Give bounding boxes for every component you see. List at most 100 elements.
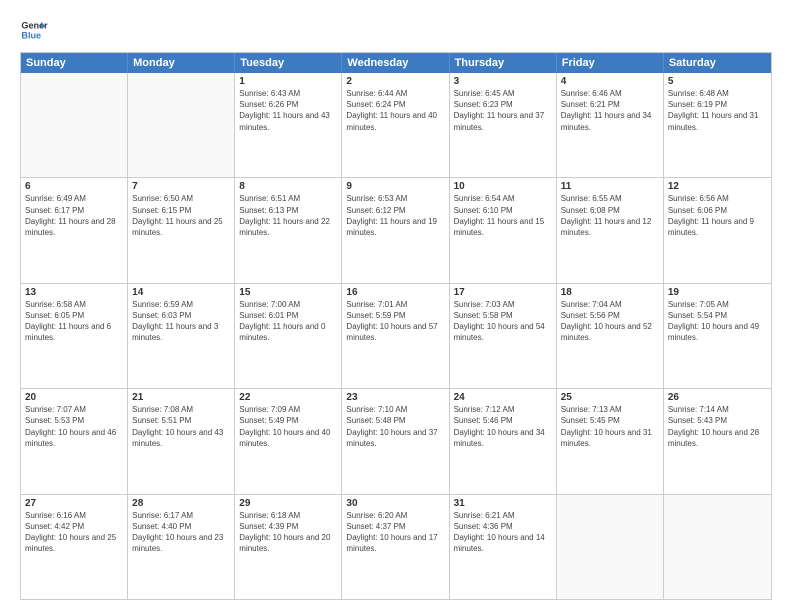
cell-info: Sunrise: 6:59 AMSunset: 6:03 PMDaylight:… [132, 299, 230, 344]
calendar-cell: 16Sunrise: 7:01 AMSunset: 5:59 PMDayligh… [342, 284, 449, 388]
calendar-cell [664, 495, 771, 599]
calendar-cell: 9Sunrise: 6:53 AMSunset: 6:12 PMDaylight… [342, 178, 449, 282]
weekday-header: Sunday [21, 53, 128, 73]
cell-day-number: 31 [454, 498, 552, 509]
cell-info: Sunrise: 6:44 AMSunset: 6:24 PMDaylight:… [346, 88, 444, 133]
cell-day-number: 24 [454, 392, 552, 403]
calendar-row: 1Sunrise: 6:43 AMSunset: 6:26 PMDaylight… [21, 73, 771, 178]
calendar-cell: 13Sunrise: 6:58 AMSunset: 6:05 PMDayligh… [21, 284, 128, 388]
cell-day-number: 13 [25, 287, 123, 298]
calendar-row: 6Sunrise: 6:49 AMSunset: 6:17 PMDaylight… [21, 178, 771, 283]
calendar-cell: 20Sunrise: 7:07 AMSunset: 5:53 PMDayligh… [21, 389, 128, 493]
cell-info: Sunrise: 6:46 AMSunset: 6:21 PMDaylight:… [561, 88, 659, 133]
calendar-cell [21, 73, 128, 177]
cell-info: Sunrise: 6:45 AMSunset: 6:23 PMDaylight:… [454, 88, 552, 133]
calendar-cell: 29Sunrise: 6:18 AMSunset: 4:39 PMDayligh… [235, 495, 342, 599]
calendar-cell: 22Sunrise: 7:09 AMSunset: 5:49 PMDayligh… [235, 389, 342, 493]
cell-day-number: 11 [561, 181, 659, 192]
cell-info: Sunrise: 7:04 AMSunset: 5:56 PMDaylight:… [561, 299, 659, 344]
cell-info: Sunrise: 6:55 AMSunset: 6:08 PMDaylight:… [561, 193, 659, 238]
weekday-header: Wednesday [342, 53, 449, 73]
cell-day-number: 12 [668, 181, 767, 192]
weekday-header: Monday [128, 53, 235, 73]
calendar-cell: 1Sunrise: 6:43 AMSunset: 6:26 PMDaylight… [235, 73, 342, 177]
cell-day-number: 2 [346, 76, 444, 87]
cell-day-number: 22 [239, 392, 337, 403]
cell-info: Sunrise: 6:51 AMSunset: 6:13 PMDaylight:… [239, 193, 337, 238]
cell-info: Sunrise: 7:08 AMSunset: 5:51 PMDaylight:… [132, 404, 230, 449]
cell-day-number: 16 [346, 287, 444, 298]
cell-info: Sunrise: 6:20 AMSunset: 4:37 PMDaylight:… [346, 510, 444, 555]
cell-day-number: 7 [132, 181, 230, 192]
calendar-cell: 8Sunrise: 6:51 AMSunset: 6:13 PMDaylight… [235, 178, 342, 282]
cell-info: Sunrise: 6:54 AMSunset: 6:10 PMDaylight:… [454, 193, 552, 238]
cell-day-number: 29 [239, 498, 337, 509]
calendar-header: SundayMondayTuesdayWednesdayThursdayFrid… [21, 53, 771, 73]
calendar-cell: 7Sunrise: 6:50 AMSunset: 6:15 PMDaylight… [128, 178, 235, 282]
cell-day-number: 6 [25, 181, 123, 192]
cell-info: Sunrise: 6:21 AMSunset: 4:36 PMDaylight:… [454, 510, 552, 555]
calendar-cell: 12Sunrise: 6:56 AMSunset: 6:06 PMDayligh… [664, 178, 771, 282]
calendar-cell: 30Sunrise: 6:20 AMSunset: 4:37 PMDayligh… [342, 495, 449, 599]
weekday-header: Friday [557, 53, 664, 73]
cell-day-number: 1 [239, 76, 337, 87]
cell-info: Sunrise: 6:17 AMSunset: 4:40 PMDaylight:… [132, 510, 230, 555]
logo: General Blue [20, 16, 48, 44]
calendar-cell [557, 495, 664, 599]
calendar-cell: 4Sunrise: 6:46 AMSunset: 6:21 PMDaylight… [557, 73, 664, 177]
cell-info: Sunrise: 7:00 AMSunset: 6:01 PMDaylight:… [239, 299, 337, 344]
calendar-cell: 6Sunrise: 6:49 AMSunset: 6:17 PMDaylight… [21, 178, 128, 282]
cell-day-number: 15 [239, 287, 337, 298]
logo-icon: General Blue [20, 16, 48, 44]
calendar-row: 20Sunrise: 7:07 AMSunset: 5:53 PMDayligh… [21, 389, 771, 494]
cell-info: Sunrise: 7:03 AMSunset: 5:58 PMDaylight:… [454, 299, 552, 344]
cell-info: Sunrise: 6:43 AMSunset: 6:26 PMDaylight:… [239, 88, 337, 133]
cell-day-number: 5 [668, 76, 767, 87]
calendar-cell: 17Sunrise: 7:03 AMSunset: 5:58 PMDayligh… [450, 284, 557, 388]
cell-day-number: 30 [346, 498, 444, 509]
cell-info: Sunrise: 7:01 AMSunset: 5:59 PMDaylight:… [346, 299, 444, 344]
calendar-cell: 11Sunrise: 6:55 AMSunset: 6:08 PMDayligh… [557, 178, 664, 282]
calendar-cell: 28Sunrise: 6:17 AMSunset: 4:40 PMDayligh… [128, 495, 235, 599]
cell-info: Sunrise: 7:09 AMSunset: 5:49 PMDaylight:… [239, 404, 337, 449]
cell-info: Sunrise: 7:10 AMSunset: 5:48 PMDaylight:… [346, 404, 444, 449]
cell-day-number: 27 [25, 498, 123, 509]
calendar-cell: 3Sunrise: 6:45 AMSunset: 6:23 PMDaylight… [450, 73, 557, 177]
weekday-header: Saturday [664, 53, 771, 73]
cell-info: Sunrise: 6:50 AMSunset: 6:15 PMDaylight:… [132, 193, 230, 238]
calendar-cell: 21Sunrise: 7:08 AMSunset: 5:51 PMDayligh… [128, 389, 235, 493]
calendar-cell: 23Sunrise: 7:10 AMSunset: 5:48 PMDayligh… [342, 389, 449, 493]
cell-info: Sunrise: 6:48 AMSunset: 6:19 PMDaylight:… [668, 88, 767, 133]
calendar-cell: 31Sunrise: 6:21 AMSunset: 4:36 PMDayligh… [450, 495, 557, 599]
cell-day-number: 4 [561, 76, 659, 87]
calendar-cell: 19Sunrise: 7:05 AMSunset: 5:54 PMDayligh… [664, 284, 771, 388]
calendar-cell: 24Sunrise: 7:12 AMSunset: 5:46 PMDayligh… [450, 389, 557, 493]
calendar-cell: 27Sunrise: 6:16 AMSunset: 4:42 PMDayligh… [21, 495, 128, 599]
cell-info: Sunrise: 6:56 AMSunset: 6:06 PMDaylight:… [668, 193, 767, 238]
page: General Blue SundayMondayTuesdayWednesda… [0, 0, 792, 612]
calendar-cell: 25Sunrise: 7:13 AMSunset: 5:45 PMDayligh… [557, 389, 664, 493]
header: General Blue [20, 16, 772, 44]
calendar-row: 27Sunrise: 6:16 AMSunset: 4:42 PMDayligh… [21, 495, 771, 599]
cell-day-number: 9 [346, 181, 444, 192]
cell-info: Sunrise: 6:16 AMSunset: 4:42 PMDaylight:… [25, 510, 123, 555]
cell-day-number: 23 [346, 392, 444, 403]
cell-day-number: 10 [454, 181, 552, 192]
cell-info: Sunrise: 6:49 AMSunset: 6:17 PMDaylight:… [25, 193, 123, 238]
calendar-body: 1Sunrise: 6:43 AMSunset: 6:26 PMDaylight… [21, 73, 771, 599]
calendar-cell: 18Sunrise: 7:04 AMSunset: 5:56 PMDayligh… [557, 284, 664, 388]
cell-info: Sunrise: 7:07 AMSunset: 5:53 PMDaylight:… [25, 404, 123, 449]
cell-info: Sunrise: 7:12 AMSunset: 5:46 PMDaylight:… [454, 404, 552, 449]
cell-info: Sunrise: 7:13 AMSunset: 5:45 PMDaylight:… [561, 404, 659, 449]
calendar-cell: 14Sunrise: 6:59 AMSunset: 6:03 PMDayligh… [128, 284, 235, 388]
calendar: SundayMondayTuesdayWednesdayThursdayFrid… [20, 52, 772, 600]
calendar-cell: 15Sunrise: 7:00 AMSunset: 6:01 PMDayligh… [235, 284, 342, 388]
cell-info: Sunrise: 6:58 AMSunset: 6:05 PMDaylight:… [25, 299, 123, 344]
cell-day-number: 14 [132, 287, 230, 298]
cell-day-number: 21 [132, 392, 230, 403]
calendar-cell: 2Sunrise: 6:44 AMSunset: 6:24 PMDaylight… [342, 73, 449, 177]
weekday-header: Thursday [450, 53, 557, 73]
cell-day-number: 28 [132, 498, 230, 509]
cell-info: Sunrise: 7:14 AMSunset: 5:43 PMDaylight:… [668, 404, 767, 449]
calendar-row: 13Sunrise: 6:58 AMSunset: 6:05 PMDayligh… [21, 284, 771, 389]
